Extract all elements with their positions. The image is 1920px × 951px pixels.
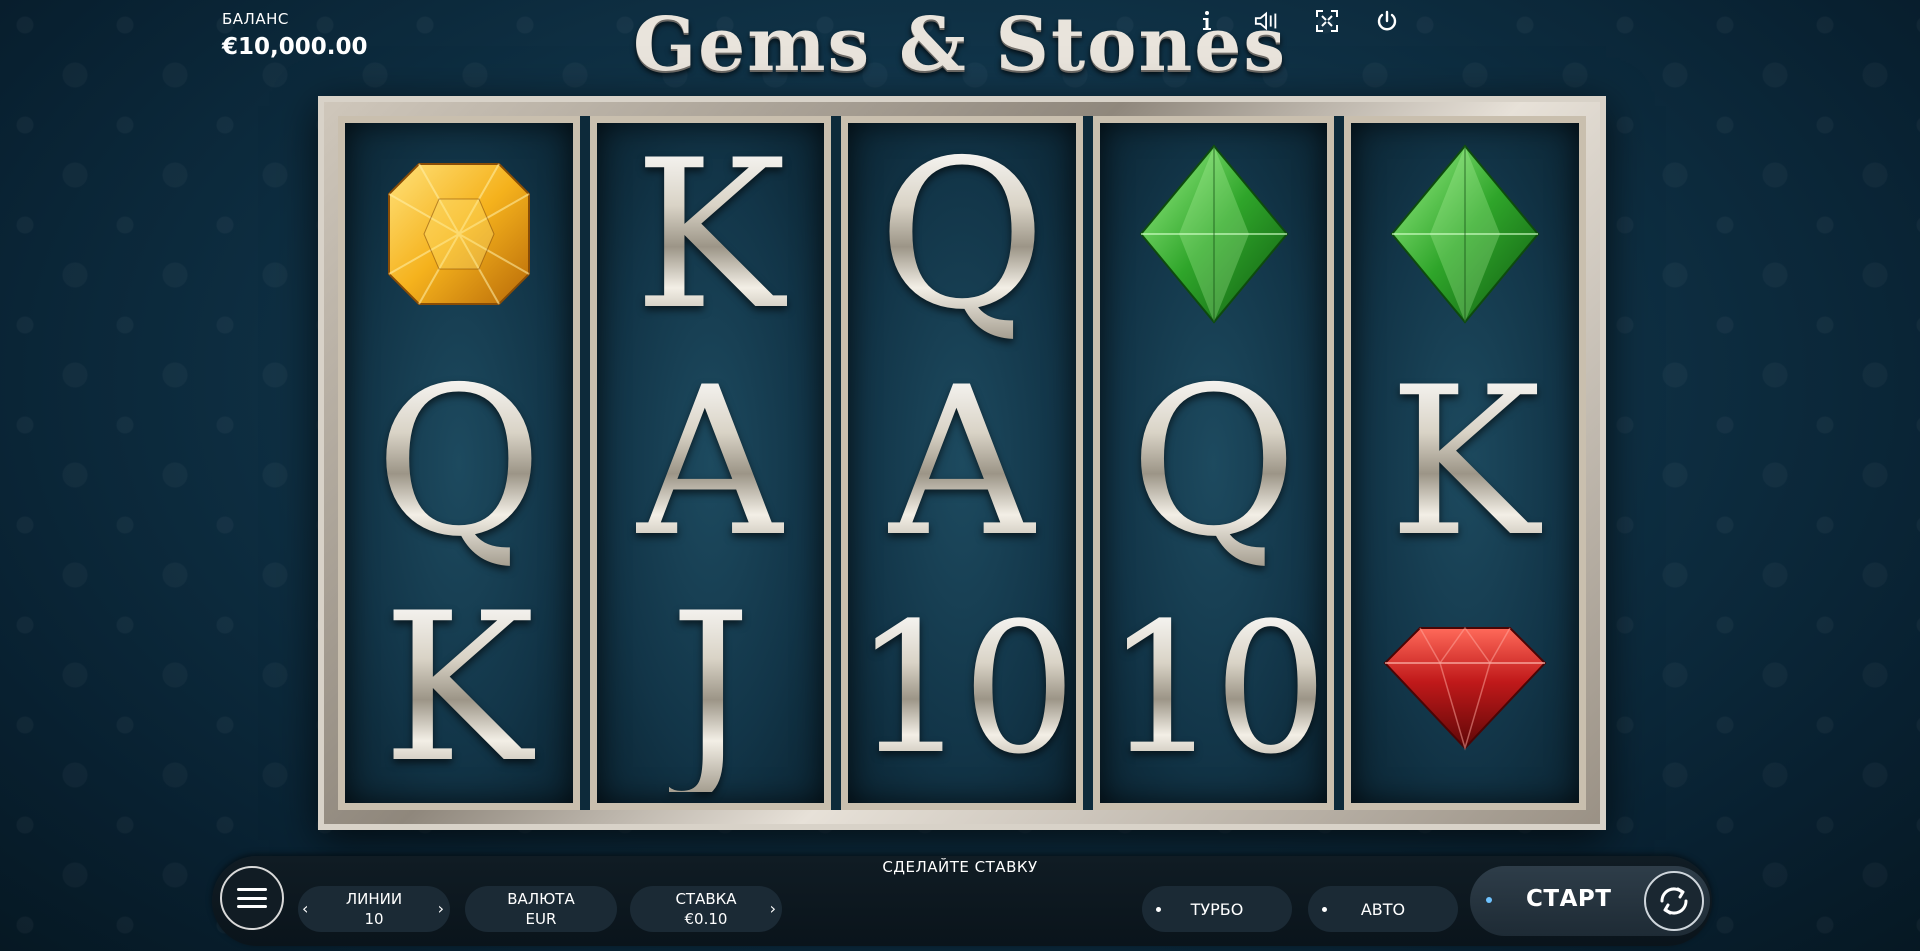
spin-icon[interactable] xyxy=(1644,871,1704,931)
reel-4: Q 10 xyxy=(1092,116,1335,810)
reel-symbol xyxy=(1351,123,1579,350)
reel-symbol: A xyxy=(848,350,1076,577)
bet-label: СТАВКА xyxy=(675,890,737,908)
symbol-a: A xyxy=(887,343,1036,582)
symbol-q: Q xyxy=(1129,343,1298,582)
reel-symbol: A xyxy=(597,350,825,577)
gem-green-icon xyxy=(1390,144,1540,328)
reel-symbol xyxy=(1351,576,1579,803)
auto-indicator xyxy=(1322,907,1327,912)
symbol-k: K xyxy=(1388,343,1542,582)
game-stage: БАЛАНС €10,000.00 Gems & Stones QKKAJQA1… xyxy=(0,0,1920,951)
turbo-button[interactable]: ТУРБО xyxy=(1142,886,1292,932)
gem-yellow-icon xyxy=(384,159,534,313)
lines-decrease-icon[interactable]: ‹ xyxy=(302,899,308,918)
info-icon[interactable] xyxy=(1194,8,1220,34)
gem-red-icon xyxy=(1380,623,1550,757)
reel-symbol: Q xyxy=(848,123,1076,350)
sound-icon[interactable] xyxy=(1254,8,1280,34)
bet-selector[interactable]: СТАВКА €0.10 › xyxy=(630,886,782,932)
fullscreen-icon[interactable] xyxy=(1314,8,1340,34)
start-indicator xyxy=(1486,897,1492,903)
lines-selector[interactable]: ‹ ЛИНИИ 10 › xyxy=(298,886,450,932)
game-title: Gems & Stones xyxy=(632,2,1288,88)
reel-symbol: 10 xyxy=(848,576,1076,803)
turbo-indicator xyxy=(1156,907,1161,912)
reel-3: Q A 10 xyxy=(841,116,1083,810)
reel-symbol: K xyxy=(1351,350,1579,577)
lines-value: 10 xyxy=(364,910,384,928)
symbol-k: K xyxy=(382,570,536,809)
reel-symbol xyxy=(1100,123,1328,350)
symbol-10: 10 xyxy=(853,584,1076,794)
reel-1: QK xyxy=(338,116,580,810)
menu-button[interactable] xyxy=(220,866,284,930)
start-label: СТАРТ xyxy=(1526,886,1612,912)
gem-green-icon xyxy=(1139,144,1289,328)
hamburger-icon xyxy=(237,888,267,908)
bet-increase-icon[interactable]: › xyxy=(770,899,776,918)
auto-button[interactable]: АВТО xyxy=(1308,886,1458,932)
auto-label: АВТО xyxy=(1360,899,1406,919)
reel-symbol: J xyxy=(597,576,825,803)
currency-value: EUR xyxy=(525,910,557,928)
bet-value: €0.10 xyxy=(684,910,728,928)
reel-symbol: K xyxy=(597,123,825,350)
symbol-a: A xyxy=(636,343,785,582)
power-icon[interactable] xyxy=(1374,8,1400,34)
symbol-k: K xyxy=(633,116,787,355)
reel-frame: Q K K A J Q A 10 Q 10 K xyxy=(318,96,1606,830)
start-button[interactable]: СТАРТ xyxy=(1470,866,1710,936)
reel-symbol: K xyxy=(345,576,573,803)
symbol-10: 10 xyxy=(1105,584,1328,794)
reel-symbol xyxy=(345,123,573,350)
lines-label: ЛИНИИ xyxy=(345,890,403,908)
top-toolbar xyxy=(1194,8,1400,34)
reel-symbol: Q xyxy=(345,350,573,577)
symbol-q: Q xyxy=(877,116,1047,355)
currency-label: ВАЛЮТА xyxy=(507,890,575,908)
currency-selector[interactable]: ВАЛЮТА EUR xyxy=(465,886,617,932)
reel-symbol: Q xyxy=(1100,350,1328,577)
reel-symbol: 10 xyxy=(1100,576,1328,803)
reel-area: Q K K A J Q A 10 Q 10 K xyxy=(338,116,1586,810)
symbol-j: J xyxy=(669,570,752,809)
turbo-label: ТУРБО xyxy=(1190,899,1244,919)
lines-increase-icon[interactable]: › xyxy=(438,899,444,918)
symbol-q: Q xyxy=(374,343,543,582)
reel-2: KAJ xyxy=(589,116,832,810)
reel-5: K xyxy=(1344,116,1586,810)
